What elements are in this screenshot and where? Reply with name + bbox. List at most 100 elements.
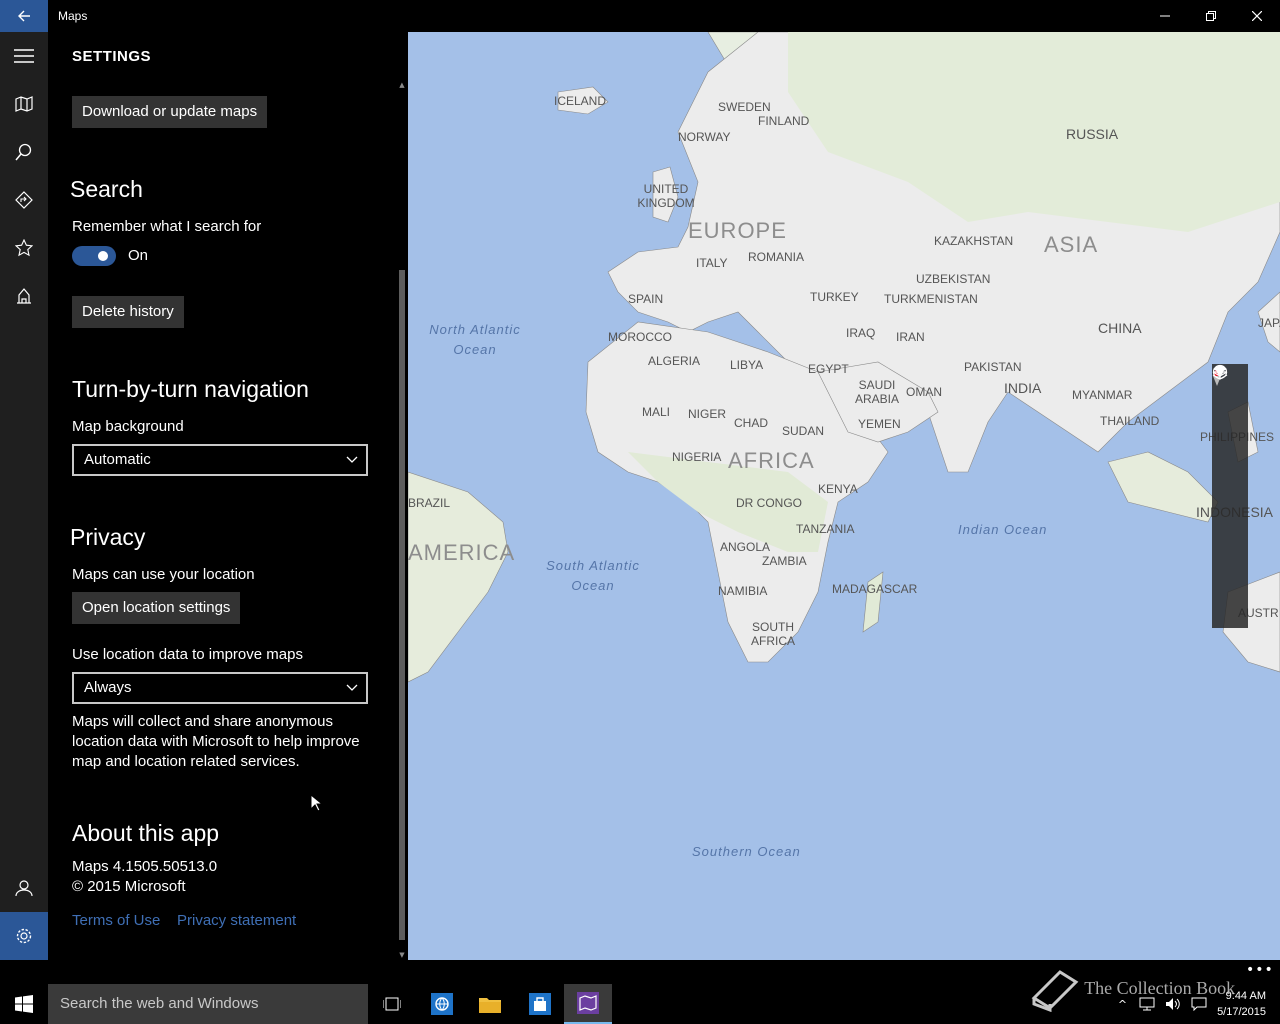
rail-item-search[interactable] [0, 128, 48, 176]
map-label-country: LIBYA [730, 358, 764, 372]
map-label-country: UNITED KINGDOM [637, 182, 695, 210]
map-label-country: YEMEN [858, 417, 901, 431]
toggle-knob [98, 251, 108, 261]
close-button[interactable] [1234, 0, 1280, 32]
scroll-up-icon[interactable]: ▲ [398, 80, 406, 90]
app-title: Maps [58, 9, 88, 23]
map-label-country: DR CONGO [736, 496, 802, 510]
map-label-ocean: Southern Ocean [692, 844, 801, 859]
map-label-country: MADAGASCAR [832, 582, 918, 596]
privacy-description: Maps will collect and share anonymous lo… [72, 713, 360, 770]
restore-icon [1206, 11, 1216, 21]
map-controls [1212, 364, 1248, 628]
map-label-country: KENYA [818, 482, 858, 496]
close-icon [1252, 11, 1262, 21]
map-label-country: ITALY [696, 256, 728, 270]
settings-panel: SETTINGS Download or update maps Search … [48, 32, 408, 960]
map-label-country: NORWAY [678, 130, 731, 144]
taskbar-maps[interactable] [564, 984, 612, 1024]
scroll-down-icon[interactable]: ▼ [398, 950, 406, 960]
remember-search-toggle[interactable] [72, 246, 116, 266]
zoom-out-button[interactable] [1212, 371, 1248, 628]
open-location-settings-button[interactable]: Open location settings [72, 592, 241, 624]
map-label-country: MALI [642, 405, 671, 419]
settings-scrollbar[interactable]: ▲ ▼ [398, 80, 406, 960]
map-label-country: TANZANIA [796, 522, 855, 536]
more-options-icon[interactable]: ••• [1246, 962, 1274, 978]
menu-icon [14, 49, 34, 63]
tilt-button[interactable] [1212, 408, 1248, 452]
title-bar: Maps [0, 0, 1280, 32]
map-label-ocean: South Atlantic Ocean [546, 558, 640, 593]
map-label-country: INDIA [1004, 380, 1042, 396]
copyright: © 2015 Microsoft [72, 878, 186, 895]
map-label-country: IRAQ [846, 326, 876, 340]
app-version: Maps 4.1505.50513.0 [72, 858, 218, 875]
map-views-button[interactable] [1212, 365, 1248, 540]
window-controls [1142, 0, 1280, 32]
taskbar-browser[interactable] [418, 984, 466, 1024]
improve-maps-select[interactable]: Always [72, 672, 368, 704]
improve-maps-value: Always [84, 679, 132, 696]
map-label-country: ICELAND [554, 94, 607, 108]
map-label-country: SOUTH AFRICA [750, 620, 795, 648]
taskbar-store[interactable] [516, 984, 564, 1024]
rail-item-favorites[interactable] [0, 224, 48, 272]
map-label-country: EGYPT [808, 362, 849, 376]
map-label-country: NIGERIA [672, 450, 722, 464]
map-label-country: OMAN [906, 385, 942, 399]
privacy-statement-link[interactable]: Privacy statement [177, 912, 296, 929]
terms-of-use-link[interactable]: Terms of Use [72, 912, 160, 929]
privacy-heading: Privacy [70, 524, 146, 550]
map-label-country: SWEDEN [718, 100, 771, 114]
zoom-out-icon [1213, 371, 1227, 373]
download-maps-button[interactable]: Download or update maps [72, 96, 268, 128]
delete-history-button[interactable]: Delete history [72, 296, 184, 328]
map-label-country: ZAMBIA [762, 554, 807, 568]
back-button[interactable] [0, 0, 48, 32]
map-label-region: ASIA [1044, 232, 1099, 257]
browser-icon [431, 993, 453, 1015]
map-label-country: PAKISTAN [964, 360, 1022, 374]
map-label-country: SUDAN [782, 424, 825, 438]
task-view-button[interactable] [368, 984, 416, 1024]
restore-button[interactable] [1188, 0, 1234, 32]
search-heading: Search [70, 176, 143, 202]
show-location-button[interactable] [1212, 364, 1248, 496]
mouse-cursor-icon [310, 793, 324, 816]
map-background-select[interactable]: Automatic [72, 444, 368, 476]
rail-item-account[interactable] [0, 864, 48, 912]
taskbar-search-box[interactable]: Search the web and Windows [48, 984, 368, 1024]
map-label-region: AFRICA [728, 448, 815, 473]
chevron-down-icon [346, 674, 358, 712]
map-label-country: TURKMENISTAN [884, 292, 978, 306]
map-label-country: NIGER [688, 407, 727, 421]
location-label: Maps can use your location [72, 566, 255, 583]
map-label-country: IRAN [896, 330, 925, 344]
map-label-country: ANGOLA [720, 540, 771, 554]
watermark: The Collection Book [1030, 968, 1235, 1013]
map-label-ocean: Indian Ocean [958, 522, 1048, 537]
rail-item-settings[interactable] [0, 912, 48, 960]
start-button[interactable] [0, 984, 48, 1024]
map-background-label: Map background [72, 418, 184, 435]
taskbar-file-explorer[interactable] [466, 984, 514, 1024]
favorites-icon [15, 239, 33, 257]
about-heading: About this app [72, 820, 220, 846]
maps-app-icon [577, 992, 599, 1014]
hamburger-menu-button[interactable] [0, 32, 48, 80]
map-label-country: THAILAND [1100, 414, 1160, 428]
zoom-in-button[interactable] [1212, 365, 1248, 584]
minimize-button[interactable] [1142, 0, 1188, 32]
map-label-country: SPAIN [628, 292, 664, 306]
3d-cities-icon [17, 288, 31, 304]
rail-item-directions[interactable] [0, 176, 48, 224]
world-map[interactable]: EUROPE ASIA AFRICA AMERICA ICELAND SWEDE… [408, 32, 1280, 960]
map-label-country: MOROCCO [608, 330, 672, 344]
rail-item-map[interactable] [0, 80, 48, 128]
rail-item-3d-cities[interactable] [0, 272, 48, 320]
landmass-layer [408, 32, 1280, 683]
remember-search-label: Remember what I search for [72, 218, 262, 235]
scroll-thumb[interactable] [399, 270, 405, 940]
folder-icon [479, 998, 501, 1013]
